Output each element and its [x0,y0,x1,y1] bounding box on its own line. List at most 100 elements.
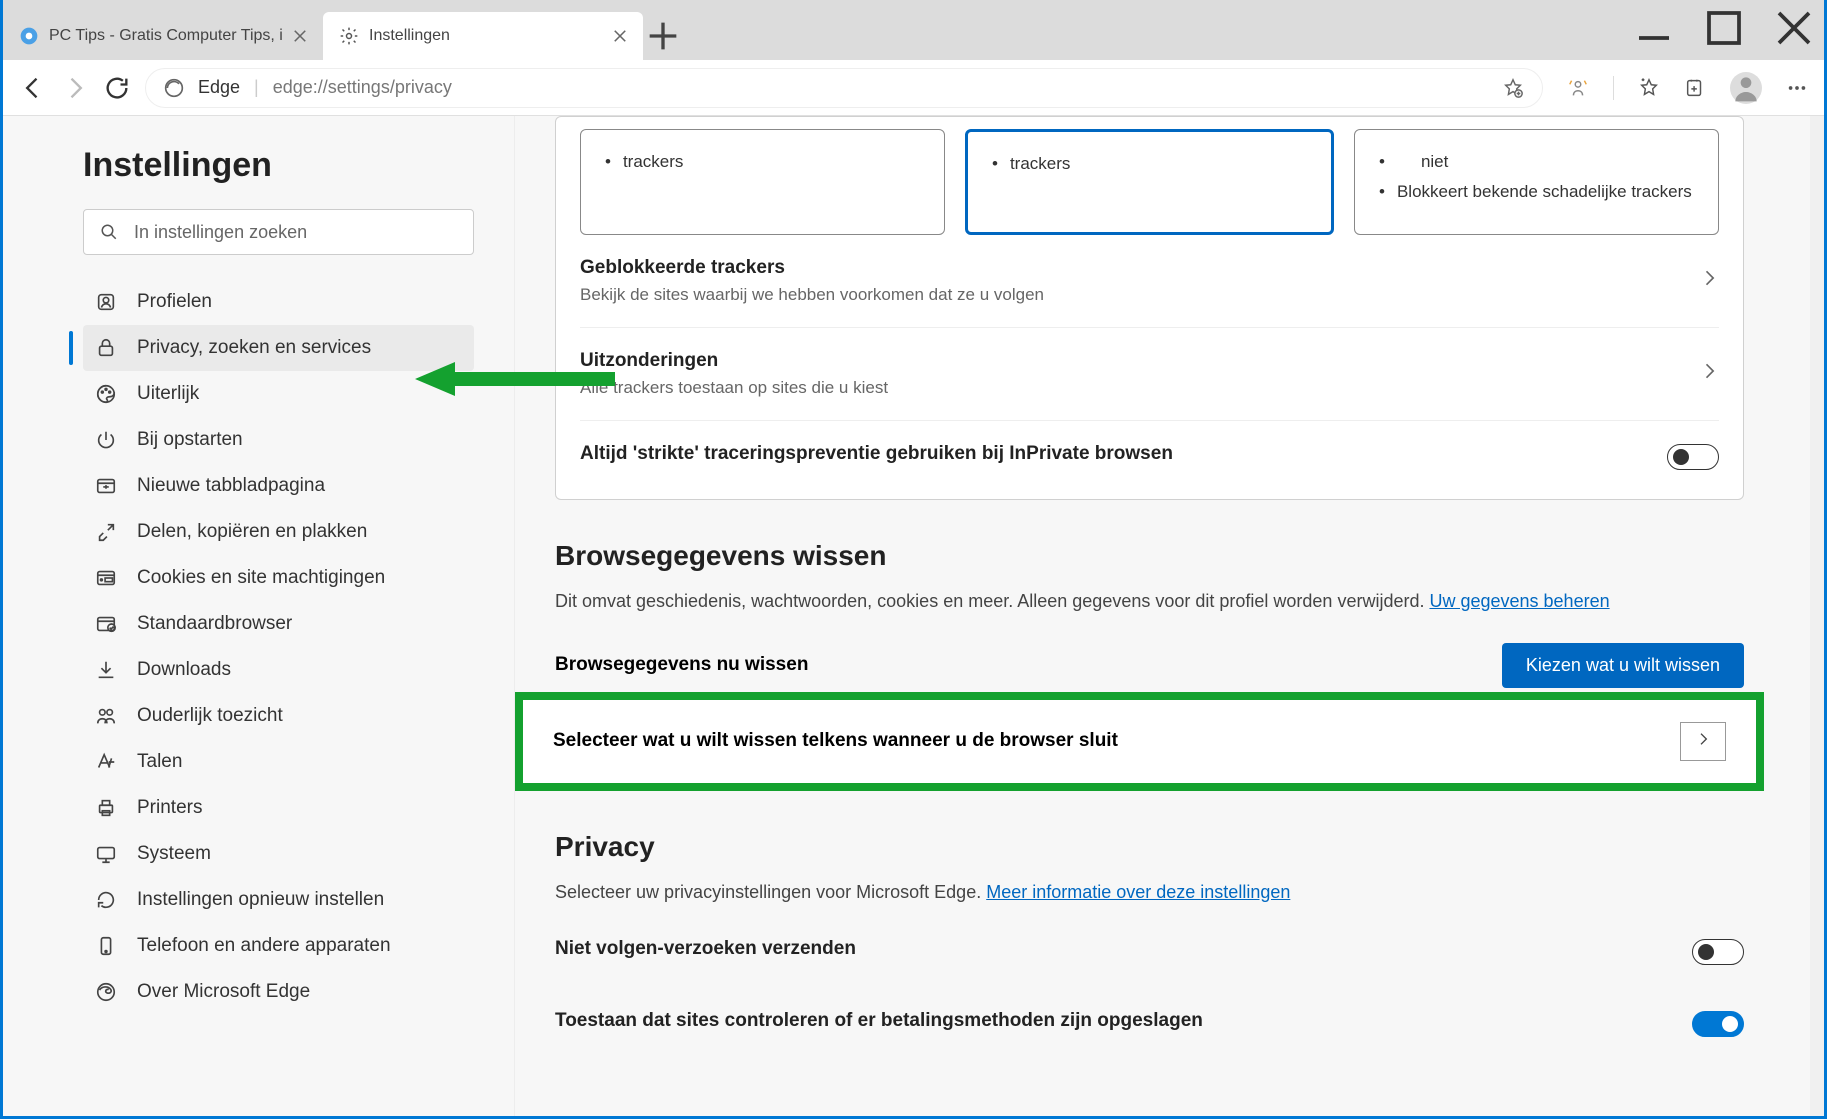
chevron-right-icon [1699,361,1719,386]
clear-on-close-row[interactable]: Selecteer wat u wilt wissen telkens wann… [515,692,1764,791]
privacy-desc: Selecteer uw privacyinstellingen voor Mi… [555,879,1744,906]
sidebar-item-system[interactable]: Systeem [83,831,474,877]
track-card-basic[interactable]: trackers [580,129,945,235]
new-tab-button[interactable] [643,12,683,60]
content-area: Instellingen In instellingen zoeken Prof… [3,116,1824,1116]
reset-icon [95,889,117,911]
titlebar: PC Tips - Gratis Computer Tips, i Instel… [3,0,1824,60]
clear-now-row: Browsegegevens nu wissen Kiezen wat u wi… [555,643,1744,688]
exceptions-row[interactable]: Uitzonderingen Alle trackers toestaan op… [580,327,1719,420]
settings-heading: Instellingen [83,146,474,185]
cookies-icon [95,567,117,589]
more-menu-button[interactable] [1786,77,1808,99]
sidebar-item-share[interactable]: Delen, kopiëren en plakken [83,509,474,555]
favorites-icon[interactable] [1638,77,1660,99]
appearance-icon [95,383,117,405]
forward-button[interactable] [61,74,89,102]
settings-main: trackers trackers niet Blokkeert bekende… [515,116,1824,1116]
chevron-right-icon [1699,268,1719,293]
url-bar[interactable]: Edge | edge://settings/privacy [145,68,1543,108]
sidebar-item-label: Downloads [137,659,231,681]
collections-icon[interactable] [1684,77,1706,99]
strict-inprivate-row: Altijd 'strikte' traceringspreventie geb… [580,420,1719,493]
sidebar-item-family[interactable]: Ouderlijk toezicht [83,693,474,739]
settings-sidebar: Instellingen In instellingen zoeken Prof… [3,116,515,1116]
choose-clear-button[interactable]: Kiezen wat u wilt wissen [1502,643,1744,688]
share-icon [95,521,117,543]
lock-icon [95,337,117,359]
row-title: Geblokkeerde trackers [580,257,1699,279]
extension-icon[interactable] [1567,77,1589,99]
default-browser-icon [95,613,117,635]
maximize-button[interactable] [1704,8,1744,53]
sidebar-item-label: Delen, kopiëren en plakken [137,521,367,543]
tab-settings[interactable]: Instellingen [323,12,643,60]
minimize-button[interactable] [1634,8,1674,53]
sidebar-item-printers[interactable]: Printers [83,785,474,831]
sidebar-item-newtab[interactable]: Nieuwe tabbladpagina [83,463,474,509]
card-line: niet [1421,150,1448,174]
card-line: Blokkeert bekende schadelijke trackers [1397,180,1692,204]
close-icon[interactable] [293,29,307,43]
sidebar-item-cookies[interactable]: Cookies en site machtigingen [83,555,474,601]
toggle-payment-check[interactable] [1692,1011,1744,1037]
favicon-pctips [19,26,39,46]
sidebar-item-default-browser[interactable]: Standaardbrowser [83,601,474,647]
sidebar-item-profiles[interactable]: Profielen [83,279,474,325]
languages-icon [95,751,117,773]
chevron-right-icon[interactable] [1680,722,1726,761]
separator: | [254,77,259,98]
url-path: edge://settings/privacy [273,77,452,98]
clear-now-label: Browsegegevens nu wissen [555,654,808,676]
profile-avatar[interactable] [1730,72,1762,104]
gear-icon [339,26,359,46]
sidebar-item-label: Instellingen opnieuw instellen [137,889,384,911]
addressbar: Edge | edge://settings/privacy [3,60,1824,116]
sidebar-item-startup[interactable]: Bij opstarten [83,417,474,463]
row-title: Toestaan dat sites controleren of er bet… [555,1010,1692,1032]
download-icon [95,659,117,681]
sidebar-item-downloads[interactable]: Downloads [83,647,474,693]
newtab-icon [95,475,117,497]
sidebar-item-label: Standaardbrowser [137,613,292,635]
tracking-cards: trackers trackers niet Blokkeert bekende… [580,129,1719,235]
clear-on-close-label: Selecteer wat u wilt wissen telkens wann… [553,730,1118,752]
tab-pctips[interactable]: PC Tips - Gratis Computer Tips, i [3,12,323,60]
sidebar-item-privacy[interactable]: Privacy, zoeken en services [83,325,474,371]
sidebar-item-reset[interactable]: Instellingen opnieuw instellen [83,877,474,923]
sidebar-item-about[interactable]: Over Microsoft Edge [83,969,474,1015]
sidebar-item-label: Uiterlijk [137,383,199,405]
privacy-more-link[interactable]: Meer informatie over deze instellingen [986,882,1290,902]
close-window-button[interactable] [1774,8,1814,53]
manage-data-link[interactable]: Uw gegevens beheren [1429,591,1609,611]
row-title: Niet volgen-verzoeken verzenden [555,938,1692,960]
profile-icon [95,291,117,313]
row-desc: Bekijk de sites waarbij we hebben voorko… [580,285,1699,305]
settings-nav: Profielen Privacy, zoeken en services Ui… [83,279,474,1015]
scrollbar-thumb[interactable] [1810,316,1824,696]
blocked-trackers-row[interactable]: Geblokkeerde trackers Bekijk de sites wa… [580,235,1719,327]
clear-data-desc-text: Dit omvat geschiedenis, wachtwoorden, co… [555,591,1429,611]
refresh-button[interactable] [103,74,131,102]
settings-search[interactable]: In instellingen zoeken [83,209,474,255]
sidebar-item-label: Profielen [137,291,212,313]
track-card-balanced[interactable]: trackers [965,129,1334,235]
dnt-row: Niet volgen-verzoeken verzenden [555,916,1744,988]
sidebar-item-appearance[interactable]: Uiterlijk [83,371,474,417]
tab-title: Instellingen [369,27,603,45]
close-icon[interactable] [613,29,627,43]
card-line: trackers [1010,152,1070,176]
edge-icon [95,981,117,1003]
track-card-strict[interactable]: niet Blokkeert bekende schadelijke track… [1354,129,1719,235]
toggle-strict-inprivate[interactable] [1667,444,1719,470]
sidebar-item-label: Ouderlijk toezicht [137,705,283,727]
sidebar-item-languages[interactable]: Talen [83,739,474,785]
search-placeholder: In instellingen zoeken [134,222,307,243]
add-favorite-icon[interactable] [1502,77,1524,99]
sidebar-item-label: Privacy, zoeken en services [137,337,371,359]
clear-data-desc: Dit omvat geschiedenis, wachtwoorden, co… [555,588,1744,615]
sidebar-item-label: Nieuwe tabbladpagina [137,475,325,497]
back-button[interactable] [19,74,47,102]
toggle-dnt[interactable] [1692,939,1744,965]
sidebar-item-phone[interactable]: Telefoon en andere apparaten [83,923,474,969]
